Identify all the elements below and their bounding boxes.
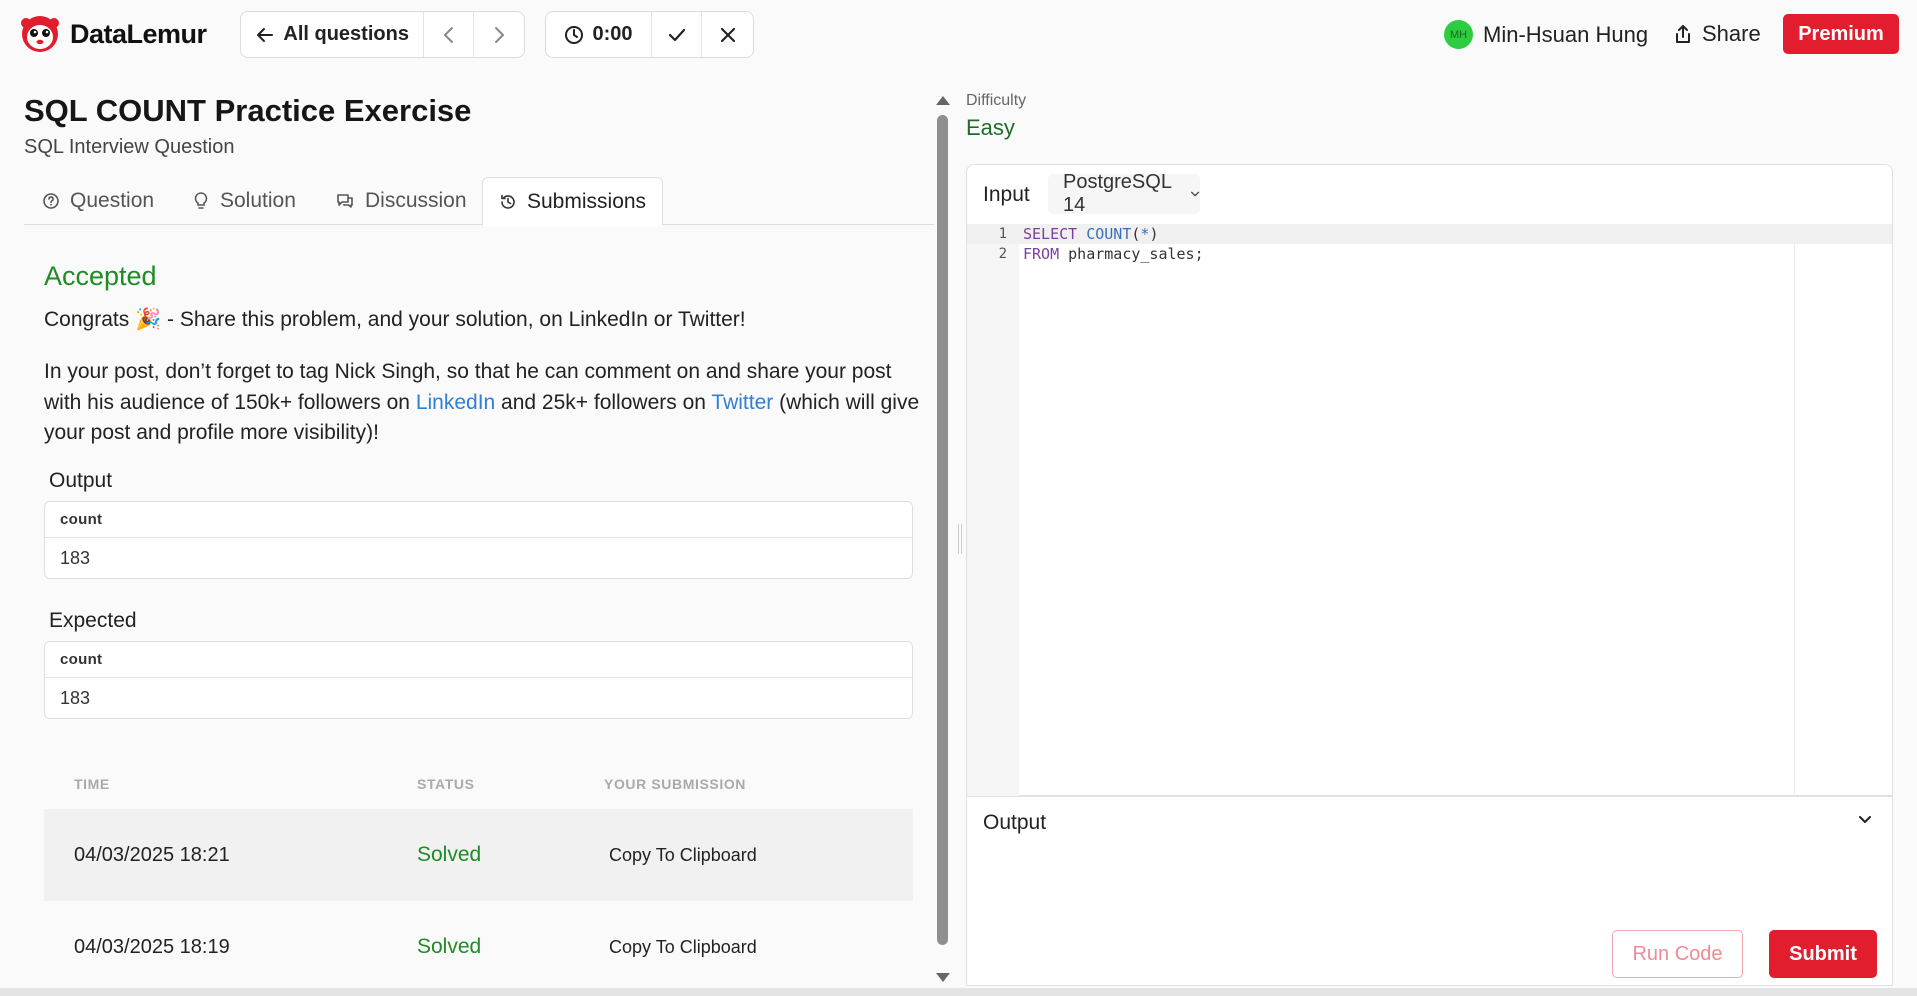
tab-submissions[interactable]: Submissions xyxy=(482,177,664,226)
output-result-table: count 183 xyxy=(44,501,913,579)
share-label: Share xyxy=(1702,21,1761,46)
question-circle-icon xyxy=(43,193,59,209)
chevron-right-icon xyxy=(495,26,505,43)
language-select[interactable]: PostgreSQL 14 xyxy=(1048,171,1200,216)
timer-mark-complete-button[interactable] xyxy=(652,12,703,57)
share-icon xyxy=(1676,25,1690,43)
code-line: 1 SELECT COUNT(*) xyxy=(967,224,1892,244)
tab-submissions-label: Submissions xyxy=(527,189,647,213)
chevron-down-icon[interactable] xyxy=(1857,813,1873,827)
twitter-link[interactable]: Twitter xyxy=(711,391,773,414)
tab-discussion-label: Discussion xyxy=(365,189,467,212)
check-icon xyxy=(668,28,685,41)
next-question-button[interactable] xyxy=(474,12,524,57)
submission-status-heading: Accepted xyxy=(44,261,157,291)
page-title: SQL COUNT Practice Exercise xyxy=(24,93,472,128)
previous-question-button[interactable] xyxy=(424,12,475,57)
line-number: 2 xyxy=(998,246,1007,262)
clock-icon xyxy=(565,25,584,44)
submission-column-header: YOUR SUBMISSION xyxy=(604,776,747,792)
scroll-down-arrow-icon[interactable] xyxy=(936,973,950,982)
copy-to-clipboard-button[interactable]: Copy To Clipboard xyxy=(609,901,757,993)
output-cell: 183 xyxy=(60,548,91,568)
share-button[interactable]: Share xyxy=(1674,21,1761,47)
expected-cell: 183 xyxy=(60,688,91,708)
submission-status: Solved xyxy=(417,935,482,958)
tab-question-label: Question xyxy=(70,189,155,212)
user-menu[interactable]: MH Min-Hsuan Hung xyxy=(1444,20,1648,49)
output-column-header: count xyxy=(45,502,912,538)
expected-result-label: Expected xyxy=(49,609,137,632)
submit-button[interactable]: Submit xyxy=(1769,930,1877,978)
expected-column-header: count xyxy=(45,642,912,678)
window-bottom-edge xyxy=(0,988,1917,996)
line-number: 1 xyxy=(998,226,1007,242)
scroll-up-arrow-icon[interactable] xyxy=(936,96,950,105)
question-tabs: Question Solution Discussion Submissions xyxy=(24,177,934,226)
code-text: SELECT COUNT(*) xyxy=(1023,225,1158,243)
lemur-logo-icon xyxy=(21,16,59,52)
chevron-left-icon xyxy=(443,26,453,43)
timer-group: 0:00 xyxy=(545,11,754,58)
premium-button[interactable]: Premium xyxy=(1783,14,1899,54)
submission-status: Solved xyxy=(417,843,482,866)
copy-to-clipboard-button[interactable]: Copy To Clipboard xyxy=(609,809,757,901)
difficulty-label: Difficulty xyxy=(966,92,1027,109)
all-questions-label: All questions xyxy=(283,23,409,45)
sql-function: COUNT xyxy=(1086,225,1132,243)
language-value: PostgreSQL 14 xyxy=(1063,171,1172,216)
arrow-left-icon xyxy=(257,27,274,42)
run-code-button[interactable]: Run Code xyxy=(1612,930,1743,978)
status-column-header: STATUS xyxy=(417,776,475,792)
line-number-gutter xyxy=(967,224,1019,796)
table-row: 04/03/2025 18:19 Solved Copy To Clipboar… xyxy=(44,901,913,993)
time-column-header: TIME xyxy=(74,776,110,792)
code-editor[interactable]: 1 SELECT COUNT(*) 2 FROM pharmacy_sales; xyxy=(967,224,1892,796)
lightbulb-icon xyxy=(194,192,208,209)
input-label: Input xyxy=(983,183,1030,206)
code-line: 2 FROM pharmacy_sales; xyxy=(967,244,1892,264)
code-text: FROM pharmacy_sales; xyxy=(1023,245,1204,263)
code-editor-panel: Input PostgreSQL 14 1 SELECT COUNT(*) 2 … xyxy=(966,164,1893,796)
brand-name: DataLemur xyxy=(70,18,207,49)
editor-ruler xyxy=(1794,244,1795,796)
submission-time: 04/03/2025 18:21 xyxy=(74,843,230,866)
code-rest: pharmacy_sales; xyxy=(1059,245,1204,263)
congrats-message: Congrats 🎉 - Share this problem, and you… xyxy=(44,308,746,331)
output-result-label: Output xyxy=(49,469,113,492)
timer-button[interactable]: 0:00 xyxy=(546,12,652,57)
question-nav-group: All questions xyxy=(240,11,525,58)
linkedin-link[interactable]: LinkedIn xyxy=(416,391,495,414)
timer-reset-button[interactable] xyxy=(702,12,753,57)
submission-time: 04/03/2025 18:19 xyxy=(74,935,230,958)
chevron-down-icon xyxy=(1190,191,1199,197)
tab-solution-label: Solution xyxy=(220,189,296,212)
timer-value: 0:00 xyxy=(592,23,633,45)
sql-keyword: SELECT xyxy=(1023,225,1078,243)
tab-question[interactable]: Question xyxy=(42,177,154,225)
page-subtitle: SQL Interview Question xyxy=(24,136,235,158)
close-icon xyxy=(720,27,735,42)
share-instructions-part2: and 25k+ followers on xyxy=(495,390,712,414)
output-panel: Output Run Code Submit xyxy=(966,796,1893,986)
all-questions-button[interactable]: All questions xyxy=(241,12,425,57)
history-icon xyxy=(501,194,515,209)
scrollbar-thumb[interactable] xyxy=(937,115,948,945)
avatar: MH xyxy=(1444,20,1473,49)
tab-solution[interactable]: Solution xyxy=(192,177,296,225)
code-paren-close: ) xyxy=(1149,225,1159,243)
chat-bubbles-icon xyxy=(337,194,353,208)
output-panel-label: Output xyxy=(983,811,1047,834)
top-bar: DataLemur All questions 0:00 MH Min-Hsua… xyxy=(0,0,1917,68)
expected-result-table: count 183 xyxy=(44,641,913,719)
user-name: Min-Hsuan Hung xyxy=(1483,21,1649,47)
sql-keyword: FROM xyxy=(1023,245,1060,263)
table-row: 04/03/2025 18:21 Solved Copy To Clipboar… xyxy=(44,809,913,901)
share-instructions: In your post, don’t forget to tag Nick S… xyxy=(44,357,924,449)
pane-resize-handle[interactable] xyxy=(958,524,962,554)
logo[interactable]: DataLemur xyxy=(20,14,207,54)
difficulty-value: Easy xyxy=(966,115,1015,140)
tab-discussion[interactable]: Discussion xyxy=(335,177,467,225)
